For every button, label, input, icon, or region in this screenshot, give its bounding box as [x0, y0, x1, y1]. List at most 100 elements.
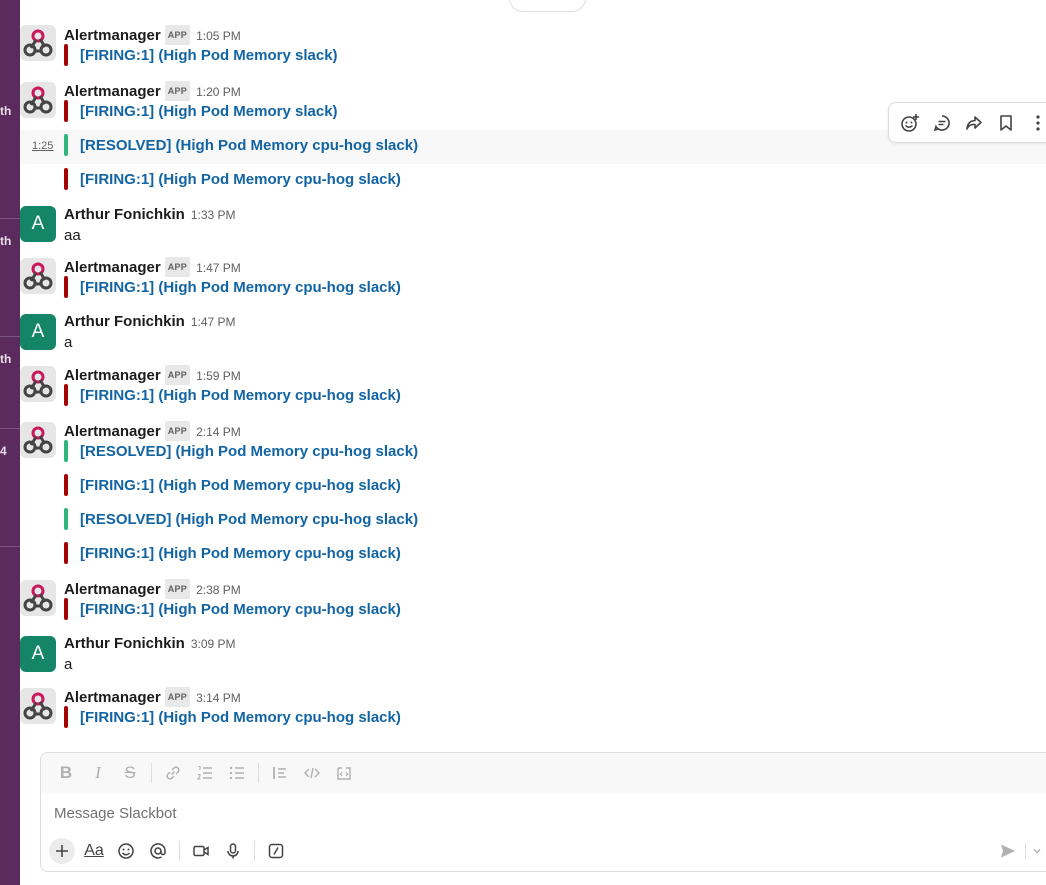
date-divider-pill[interactable]: [509, 0, 586, 12]
alertmanager-avatar[interactable]: [20, 25, 56, 61]
alert-link[interactable]: [FIRING:1] (High Pod Memory cpu-hog slac…: [80, 477, 401, 494]
microphone-icon[interactable]: [220, 838, 246, 864]
alert-link[interactable]: [FIRING:1] (High Pod Memory cpu-hog slac…: [80, 171, 401, 188]
firing-status-bar: [64, 474, 68, 496]
firing-status-bar: [64, 168, 68, 190]
sender-name[interactable]: Alertmanager: [64, 367, 161, 384]
message-sender: Alertmanager APP 1:20 PM: [64, 81, 241, 101]
message-timestamp[interactable]: 2:38 PM: [196, 583, 241, 597]
sender-name[interactable]: Arthur Fonichkin: [64, 313, 185, 330]
firing-status-bar: [64, 276, 68, 298]
sidebar-fragment: 4: [0, 444, 7, 458]
sender-name[interactable]: Alertmanager: [64, 259, 161, 276]
alert-link[interactable]: [FIRING:1] (High Pod Memory cpu-hog slac…: [80, 279, 401, 296]
app-badge: APP: [164, 579, 191, 599]
alert-link[interactable]: [FIRING:1] (High Pod Memory slack): [80, 103, 338, 120]
alert-link[interactable]: [RESOLVED] (High Pod Memory cpu-hog slac…: [80, 443, 418, 460]
webhook-icon: [23, 370, 53, 398]
code-icon[interactable]: [299, 760, 325, 786]
alert-attachment: [FIRING:1] (High Pod Memory cpu-hog slac…: [64, 168, 401, 190]
sender-name[interactable]: Alertmanager: [64, 423, 161, 440]
alertmanager-avatar[interactable]: [20, 366, 56, 402]
alertmanager-avatar[interactable]: [20, 688, 56, 724]
send-icon[interactable]: [995, 839, 1021, 863]
message-sender: Alertmanager APP 1:59 PM: [64, 365, 241, 385]
shortcuts-icon[interactable]: [263, 838, 289, 864]
strikethrough-icon[interactable]: S: [117, 760, 143, 786]
sender-name[interactable]: Alertmanager: [64, 581, 161, 598]
message-timestamp[interactable]: 3:09 PM: [191, 637, 236, 651]
sidebar-fragment: th: [0, 234, 12, 248]
alert-link[interactable]: [FIRING:1] (High Pod Memory cpu-hog slac…: [80, 545, 401, 562]
message-sender: Alertmanager APP 1:05 PM: [64, 25, 241, 45]
webhook-icon: [23, 584, 53, 612]
alert-link[interactable]: [FIRING:1] (High Pod Memory cpu-hog slac…: [80, 601, 401, 618]
alert-link[interactable]: [FIRING:1] (High Pod Memory slack): [80, 47, 338, 64]
app-badge: APP: [164, 257, 191, 277]
code-block-icon[interactable]: [331, 760, 357, 786]
more-actions-icon[interactable]: [1025, 110, 1046, 136]
sidebar-divider: [0, 428, 20, 429]
formatting-icon[interactable]: Aa: [81, 838, 107, 864]
alertmanager-avatar[interactable]: [20, 82, 56, 118]
video-icon[interactable]: [188, 838, 214, 864]
user-avatar[interactable]: A: [20, 314, 56, 350]
alertmanager-avatar[interactable]: [20, 580, 56, 616]
message-timestamp[interactable]: 1:59 PM: [196, 369, 241, 383]
emoji-icon[interactable]: [113, 838, 139, 864]
chevron-down-icon[interactable]: [1030, 839, 1044, 863]
ordered-list-icon[interactable]: [192, 760, 218, 786]
bookmark-icon[interactable]: [993, 110, 1019, 136]
alert-attachment: [FIRING:1] (High Pod Memory slack): [64, 100, 338, 122]
sender-name[interactable]: Alertmanager: [64, 27, 161, 44]
plus-icon[interactable]: [49, 838, 75, 864]
link-icon[interactable]: [160, 760, 186, 786]
alert-attachment: [FIRING:1] (High Pod Memory cpu-hog slac…: [64, 276, 401, 298]
message-timestamp[interactable]: 1:47 PM: [191, 315, 236, 329]
alert-attachment: [RESOLVED] (High Pod Memory cpu-hog slac…: [64, 440, 418, 462]
alert-attachment: [FIRING:1] (High Pod Memory cpu-hog slac…: [64, 384, 401, 406]
formatting-toolbar: B I S: [41, 753, 1046, 793]
message-timestamp[interactable]: 3:14 PM: [196, 691, 241, 705]
add-reaction-icon[interactable]: [897, 110, 923, 136]
bold-icon[interactable]: B: [53, 760, 79, 786]
firing-status-bar: [64, 44, 68, 66]
sender-name[interactable]: Arthur Fonichkin: [64, 635, 185, 652]
message-timestamp[interactable]: 1:47 PM: [196, 261, 241, 275]
message-input[interactable]: Message Slackbot: [54, 805, 177, 822]
message-timestamp[interactable]: 1:20 PM: [196, 85, 241, 99]
resolved-status-bar: [64, 508, 68, 530]
reply-in-thread-icon[interactable]: [929, 110, 955, 136]
alert-link[interactable]: [RESOLVED] (High Pod Memory cpu-hog slac…: [80, 137, 418, 154]
sidebar-divider: [0, 336, 20, 337]
sender-name[interactable]: Alertmanager: [64, 83, 161, 100]
webhook-icon: [23, 426, 53, 454]
italic-icon[interactable]: I: [85, 760, 111, 786]
alert-link[interactable]: [FIRING:1] (High Pod Memory cpu-hog slac…: [80, 709, 401, 726]
sender-name[interactable]: Arthur Fonichkin: [64, 206, 185, 223]
user-avatar[interactable]: A: [20, 206, 56, 242]
message-timestamp[interactable]: 1:33 PM: [191, 208, 236, 222]
message-sender: Arthur Fonichkin 3:09 PM: [64, 635, 236, 653]
user-avatar[interactable]: A: [20, 636, 56, 672]
message-timestamp[interactable]: 1:05 PM: [196, 29, 241, 43]
message-timestamp[interactable]: 2:14 PM: [196, 425, 241, 439]
message-text: a: [64, 334, 73, 351]
alert-link[interactable]: [FIRING:1] (High Pod Memory cpu-hog slac…: [80, 387, 401, 404]
sender-name[interactable]: Alertmanager: [64, 689, 161, 706]
bulleted-list-icon[interactable]: [224, 760, 250, 786]
firing-status-bar: [64, 598, 68, 620]
forward-icon[interactable]: [961, 110, 987, 136]
app-badge: APP: [164, 421, 191, 441]
message-sender: Alertmanager APP 2:14 PM: [64, 421, 241, 441]
message-text: a: [64, 656, 73, 673]
mention-icon[interactable]: [145, 838, 171, 864]
alertmanager-avatar[interactable]: [20, 422, 56, 458]
alert-attachment: [RESOLVED] (High Pod Memory cpu-hog slac…: [64, 508, 418, 530]
alertmanager-avatar[interactable]: [20, 258, 56, 294]
alert-attachment: [RESOLVED] (High Pod Memory cpu-hog slac…: [64, 134, 418, 156]
alert-link[interactable]: [RESOLVED] (High Pod Memory cpu-hog slac…: [80, 511, 418, 528]
blockquote-icon[interactable]: [267, 760, 293, 786]
hover-timestamp[interactable]: 1:25: [32, 140, 53, 152]
resolved-status-bar: [64, 440, 68, 462]
